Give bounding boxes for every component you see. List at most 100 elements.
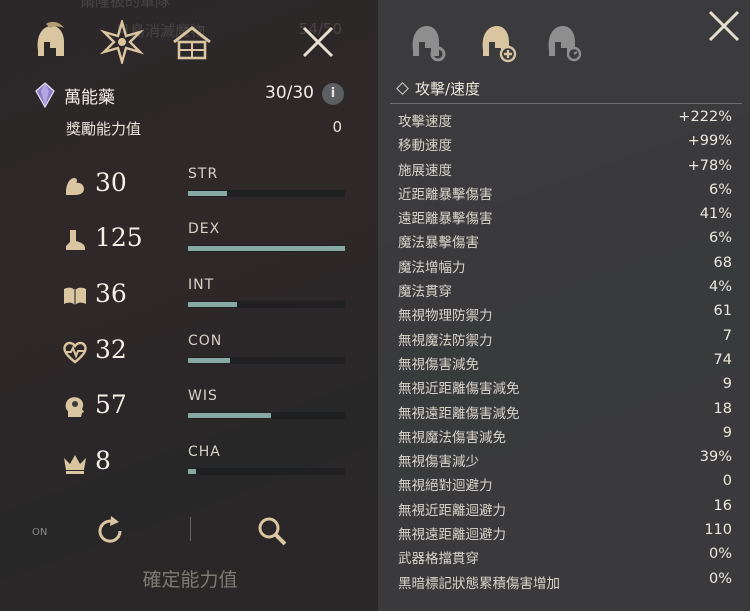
helmet-gear-icon (412, 26, 446, 62)
attribute-value: 0 (722, 473, 732, 490)
attribute-name: 魔法暴擊傷害 (398, 235, 479, 252)
attribute-value: 16 (713, 497, 732, 514)
book-intelligence-icon (64, 287, 86, 305)
boot-dexterity-icon (66, 230, 85, 250)
stat-bar-fill (188, 302, 237, 307)
attribute-name: 黑暗標記狀態累積傷害增加 (398, 575, 560, 592)
crown-charisma-icon (64, 455, 86, 474)
attribute-name: 魔法增幅力 (398, 259, 466, 276)
tab-utility-stats[interactable] (534, 14, 594, 70)
attribute-value: 39% (699, 449, 732, 466)
stat-name: DEX (188, 221, 221, 237)
heart-constitution-icon (63, 341, 87, 364)
magnifier-icon (258, 517, 287, 546)
attribute-value: 6% (708, 230, 732, 247)
info-icon[interactable]: i (322, 83, 344, 105)
stat-bar (188, 357, 345, 364)
stat-bar (188, 301, 345, 308)
stat-name: CON (188, 333, 223, 349)
attribute-name: 無視近距離迴避力 (398, 502, 506, 519)
refresh-icon (98, 516, 122, 543)
attribute-row: 武器格擋貫穿 0% (398, 545, 732, 569)
attribute-name: 無視傷害減少 (398, 454, 479, 471)
close-icon (302, 26, 334, 58)
left-tab-bar (0, 14, 378, 70)
house-icon (173, 26, 211, 60)
spartan-helmet-icon (37, 21, 64, 56)
helmet-clock-icon (548, 26, 582, 62)
attribute-value: 18 (713, 400, 732, 417)
close-icon (708, 10, 740, 42)
attribute-value: 9 (722, 424, 732, 441)
stat-bar-fill (188, 191, 228, 196)
stat-value: 8 (95, 446, 111, 475)
attribute-value: 61 (713, 303, 732, 320)
attribute-value: 6% (708, 181, 732, 198)
stat-row-wis[interactable]: 57 WIS (62, 384, 352, 430)
stat-name: CHA (188, 444, 221, 460)
attribute-name: 施展速度 (398, 162, 452, 179)
attribute-name: 魔法貫穿 (398, 284, 452, 301)
close-detail-button[interactable] (704, 6, 744, 46)
tab-housing[interactable] (164, 14, 220, 70)
attribute-name: 無視遠距離傷害減免 (398, 405, 520, 422)
attribute-value: 4% (708, 279, 732, 296)
stat-bar (188, 468, 345, 475)
attribute-value: +222% (678, 109, 732, 125)
stat-name: INT (188, 277, 215, 293)
attribute-row: 無視絕對迴避力 0 (398, 472, 732, 496)
stat-value: 125 (95, 223, 143, 252)
elixir-count: 30/30 (265, 83, 314, 103)
close-button[interactable] (298, 22, 338, 62)
stat-name: WIS (188, 388, 218, 404)
elixir-row: 萬能藥 30/30 i (34, 80, 354, 110)
stat-row-str[interactable]: 30 STR (62, 162, 352, 208)
tab-attack-stats[interactable] (468, 14, 528, 70)
attribute-value: 68 (713, 254, 732, 271)
stat-row-cha[interactable]: 8 CHA (62, 440, 352, 486)
attribute-value: 0% (708, 546, 732, 563)
stat-row-dex[interactable]: 125 DEX (62, 217, 352, 263)
attribute-name: 近距離暴擊傷害 (398, 186, 493, 203)
stat-bar-fill (188, 469, 196, 474)
attribute-name: 遠距離暴擊傷害 (398, 211, 493, 228)
diamond-icon (396, 82, 409, 95)
attribute-row: 無視魔法傷害減免 9 (398, 424, 732, 448)
reset-button[interactable] (90, 511, 130, 551)
stat-name: STR (188, 166, 219, 182)
tab-character[interactable] (22, 14, 78, 70)
attribute-name: 武器格擋貫穿 (398, 551, 479, 568)
attribute-list: 攻擊速度 +222% 移動速度 +99% 施展速度 +78% 近距離暴擊傷害 6% 遠距… (398, 108, 732, 594)
stat-bar-fill (188, 413, 272, 418)
attribute-row: 施展速度 +78% (398, 157, 732, 181)
attribute-name: 無視物理防禦力 (398, 308, 493, 325)
attribute-row: 遠距離暴擊傷害 41% (398, 205, 732, 229)
stat-bar (188, 245, 345, 252)
stat-bar-fill (188, 358, 231, 363)
stat-value: 32 (95, 335, 127, 364)
section-title: 攻擊/速度 (396, 78, 480, 99)
attribute-name: 無視絕對迴避力 (398, 478, 493, 495)
confirm-stats-button[interactable]: 確定能力值 (70, 560, 310, 600)
attribute-value: 110 (704, 522, 732, 539)
stat-bar (188, 412, 345, 419)
attribute-name: 無視遠距離迴避力 (398, 527, 506, 544)
attribute-row: 無視遠距離傷害減免 18 (398, 400, 732, 424)
stats-panel: 爾隆被的軍隊 月島消滅魔物 54/50 萬能藥 30/30 i 獎勵能力值 0 … (0, 0, 378, 611)
attribute-name: 移動速度 (398, 138, 452, 155)
bonus-stat-row: 獎勵能力值 0 (66, 118, 346, 142)
attribute-row: 無視魔法防禦力 7 (398, 327, 732, 351)
attribute-value: +99% (687, 133, 732, 150)
stat-row-con[interactable]: 32 CON (62, 329, 352, 375)
stat-row-int[interactable]: 36 INT (62, 273, 352, 319)
inspect-button[interactable] (252, 511, 292, 551)
tab-skills[interactable] (94, 14, 150, 70)
attribute-value: 9 (722, 376, 732, 393)
tab-defense-stats[interactable] (398, 14, 458, 70)
attribute-value: 74 (713, 351, 732, 368)
attribute-name: 無視近距離傷害減免 (398, 381, 520, 398)
on-label: ON (32, 527, 48, 538)
stat-value: 57 (95, 390, 127, 419)
section-divider (390, 103, 742, 104)
stat-value: 30 (95, 168, 127, 197)
